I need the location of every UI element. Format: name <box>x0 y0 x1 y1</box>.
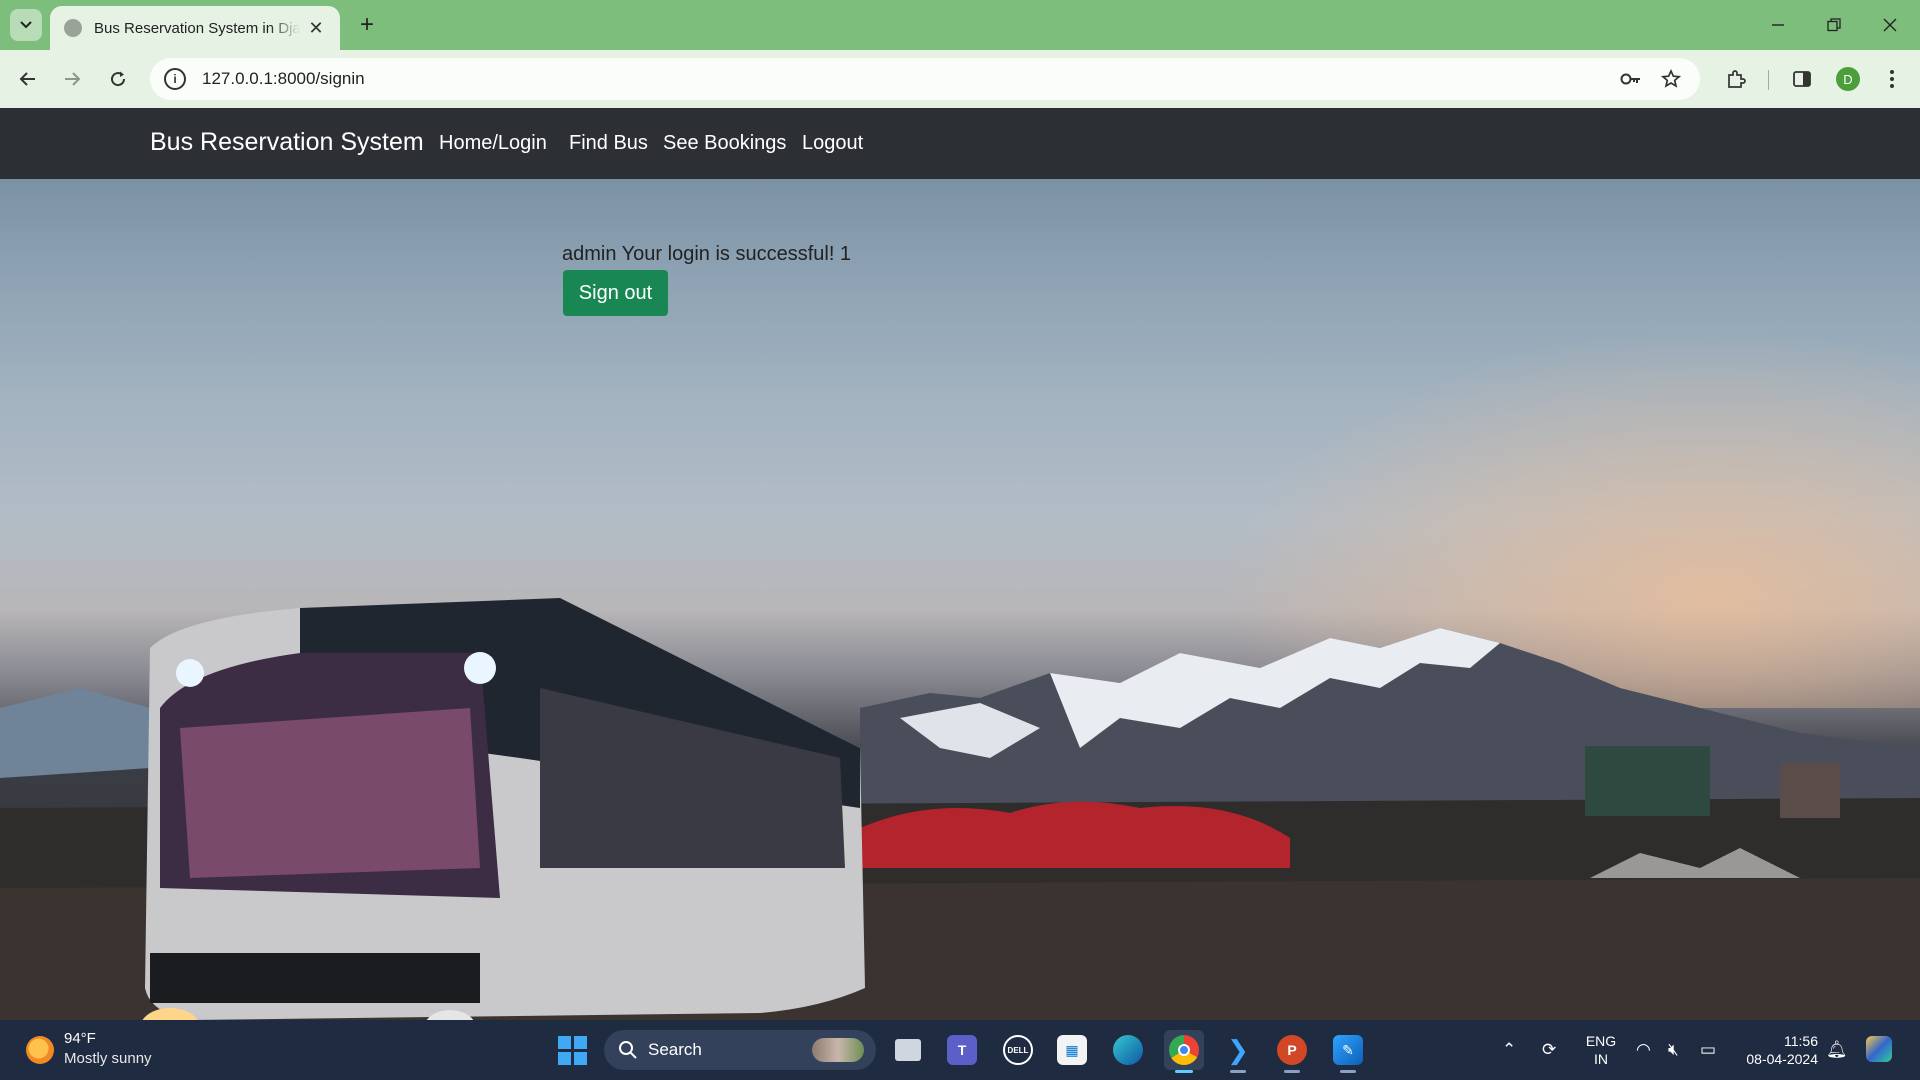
dell-app[interactable]: DELL <box>998 1030 1038 1070</box>
language-code: ENG <box>1585 1033 1617 1049</box>
chrome-app[interactable] <box>1164 1030 1204 1073</box>
nav-link-logout[interactable]: Logout <box>802 132 863 155</box>
minimize-icon[interactable] <box>1750 0 1806 50</box>
reload-icon[interactable] <box>102 63 134 95</box>
tab-search-button[interactable] <box>10 9 42 41</box>
dell-icon: DELL <box>1003 1035 1033 1065</box>
extensions-puzzle-icon[interactable] <box>1720 63 1752 95</box>
restore-icon[interactable] <box>1806 0 1862 50</box>
back-arrow-icon[interactable] <box>12 63 44 95</box>
browser-toolbar: i 127.0.0.1:8000/signin D <box>0 50 1920 108</box>
more-menu-icon[interactable] <box>1876 63 1908 95</box>
weather-condition: Mostly sunny <box>64 1050 152 1067</box>
address-bar[interactable]: i 127.0.0.1:8000/signin <box>150 58 1700 100</box>
region-code: IN <box>1594 1051 1608 1067</box>
nav-link-home-login[interactable]: Home/Login <box>439 132 547 155</box>
chevron-up-icon[interactable]: ⌃ <box>1502 1040 1516 1060</box>
nav-link-see-bookings[interactable]: See Bookings <box>663 132 786 155</box>
url-text[interactable]: 127.0.0.1:8000/signin <box>202 69 365 89</box>
running-app-indicator <box>1340 1070 1356 1073</box>
task-view-button[interactable] <box>888 1030 928 1070</box>
bus-mountain-background-image <box>0 598 1920 1020</box>
globe-icon <box>64 19 82 37</box>
weather-temperature: 94°F <box>64 1030 96 1047</box>
store-app[interactable]: ▦ <box>1052 1030 1092 1070</box>
notification-bell-icon[interactable]: 🔔︎ <box>1826 1040 1848 1060</box>
site-info-icon[interactable]: i <box>164 68 186 90</box>
task-view-icon <box>895 1039 921 1061</box>
powerpoint-icon: P <box>1277 1035 1307 1065</box>
wifi-icon[interactable]: ◠ <box>1636 1040 1651 1060</box>
edge-icon <box>1113 1035 1143 1065</box>
clock-date: 08-04-2024 <box>1746 1051 1818 1067</box>
vscode-icon: ❯ <box>1227 1034 1249 1065</box>
store-icon: ▦ <box>1057 1035 1087 1065</box>
volume-muted-icon[interactable]: 🔇︎ <box>1668 1040 1679 1060</box>
chevron-down-icon <box>20 21 32 29</box>
profile-avatar[interactable]: D <box>1832 63 1864 95</box>
search-icon <box>619 1041 637 1059</box>
password-key-icon[interactable] <box>1618 66 1644 92</box>
taskbar-search[interactable]: Search <box>604 1030 876 1070</box>
toolbar-divider <box>1768 70 1769 90</box>
weather-sun-icon <box>26 1036 54 1064</box>
browser-tab[interactable]: Bus Reservation System in Django ✕ <box>50 6 340 50</box>
forward-arrow-icon[interactable] <box>56 63 88 95</box>
bookmark-star-icon[interactable] <box>1658 66 1684 92</box>
vscode-app[interactable]: ❯ <box>1218 1030 1258 1073</box>
running-app-indicator <box>1284 1070 1300 1073</box>
start-button[interactable] <box>552 1030 592 1070</box>
edge-app[interactable] <box>1108 1030 1148 1070</box>
web-page: Bus Reservation System Home/Login Find B… <box>0 108 1920 1020</box>
sync-icon[interactable]: ⟳ <box>1542 1040 1556 1060</box>
tab-title: Bus Reservation System in Django <box>94 19 300 37</box>
battery-icon[interactable]: ▭ <box>1700 1040 1716 1060</box>
search-highlight-image <box>812 1038 864 1062</box>
language-indicator[interactable]: ENG IN <box>1585 1032 1617 1068</box>
clock[interactable]: 11:56 08-04-2024 <box>1734 1032 1818 1068</box>
photos-app[interactable]: ✎ <box>1328 1030 1368 1073</box>
tab-strip: Bus Reservation System in Django ✕ + <box>0 0 1920 50</box>
windows-taskbar: 94°F Mostly sunny Search T DELL ▦ ❯ P ✎ … <box>0 1020 1920 1080</box>
windows-logo-icon <box>557 1035 587 1065</box>
avatar: D <box>1836 67 1860 91</box>
new-tab-button[interactable]: + <box>352 10 382 40</box>
active-app-indicator <box>1175 1070 1193 1073</box>
nav-link-find-bus[interactable]: Find Bus <box>569 132 648 155</box>
login-success-message: admin Your login is successful! 1 <box>562 243 852 265</box>
powerpoint-app[interactable]: P <box>1272 1030 1312 1073</box>
chrome-icon <box>1169 1035 1199 1065</box>
close-window-icon[interactable] <box>1862 0 1918 50</box>
teams-icon: T <box>947 1035 977 1065</box>
running-app-indicator <box>1230 1070 1246 1073</box>
clock-time: 11:56 <box>1784 1033 1818 1049</box>
copilot-icon[interactable] <box>1866 1036 1892 1062</box>
teams-app[interactable]: T <box>942 1030 982 1070</box>
search-label: Search <box>648 1040 702 1059</box>
side-panel-icon[interactable] <box>1786 63 1818 95</box>
close-tab-icon[interactable]: ✕ <box>306 18 326 39</box>
photos-icon: ✎ <box>1333 1035 1363 1065</box>
navbar-brand[interactable]: Bus Reservation System <box>150 128 424 157</box>
sign-out-button[interactable]: Sign out <box>563 270 668 316</box>
site-navbar: Bus Reservation System Home/Login Find B… <box>0 108 1920 179</box>
